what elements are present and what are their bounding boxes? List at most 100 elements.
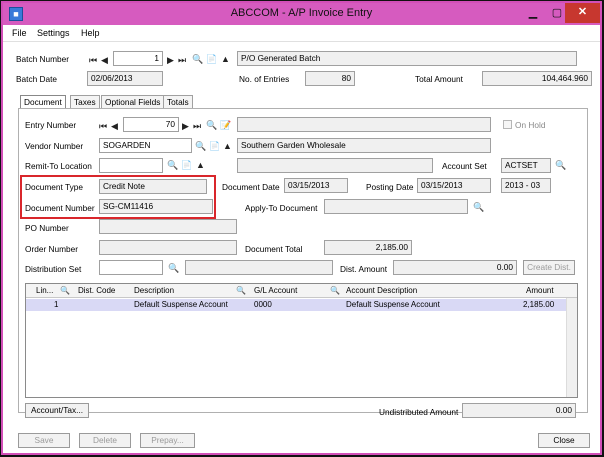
window-title: ABCCOM - A/P Invoice Entry (230, 7, 373, 19)
document-total-field[interactable]: 2,185.00 (324, 240, 412, 255)
close-button[interactable]: Close (538, 433, 590, 448)
previous-entry-icon[interactable]: ◀ (111, 121, 118, 131)
batch-number-field[interactable]: 1 (113, 51, 163, 66)
apply-to-document-label: Apply-To Document (245, 203, 318, 213)
tab-optional-fields[interactable]: Optional Fields (101, 95, 165, 109)
zoom-batch-icon[interactable]: ▲ (221, 54, 230, 64)
account-tax-button[interactable]: Account/Tax... (25, 403, 89, 418)
menu-bar: File Settings Help (3, 25, 600, 42)
highlight-box (20, 175, 216, 219)
remit-to-finder-icon[interactable]: 🔍 (167, 160, 178, 170)
order-number-label: Order Number (25, 244, 79, 254)
batch-finder-icon[interactable]: 🔍 (192, 54, 203, 64)
entry-description-field[interactable] (237, 117, 491, 132)
distribution-set-field[interactable] (99, 260, 163, 275)
col-gl-account[interactable]: G/L Account (254, 286, 297, 295)
description-finder-icon[interactable]: 🔍 (236, 286, 246, 295)
apply-to-document-field[interactable] (324, 199, 468, 214)
vendor-number-field[interactable]: SOGARDEN (99, 138, 192, 153)
new-remit-to-icon[interactable]: 📄 (181, 160, 192, 170)
title-bar: ■ ABCCOM - A/P Invoice Entry ▁ ▢ ✕ (3, 3, 600, 25)
maximize-icon[interactable]: ▢ (548, 7, 566, 21)
on-hold-label: On Hold (515, 120, 546, 130)
document-date-label: Document Date (222, 182, 280, 192)
fiscal-period-field: 2013 - 03 (501, 178, 551, 193)
next-entry-icon[interactable]: ▶ (182, 121, 189, 131)
menu-file[interactable]: File (12, 28, 27, 38)
remit-to-field[interactable] (99, 158, 163, 173)
col-line[interactable]: Lin... (36, 286, 53, 295)
account-set-finder-icon[interactable]: 🔍 (555, 160, 566, 170)
entry-finder-icon[interactable]: 🔍 (206, 120, 217, 130)
po-number-label: PO Number (25, 223, 69, 233)
tab-taxes[interactable]: Taxes (70, 95, 100, 109)
apply-to-finder-icon[interactable]: 🔍 (473, 202, 484, 212)
menu-settings[interactable]: Settings (37, 28, 70, 38)
col-amount[interactable]: Amount (526, 286, 554, 295)
cell-description: Default Suspense Account (134, 300, 228, 309)
vendor-finder-icon[interactable]: 🔍 (195, 141, 206, 151)
document-total-label: Document Total (245, 244, 303, 254)
invoice-entry-window: ■ ABCCOM - A/P Invoice Entry ▁ ▢ ✕ File … (1, 1, 602, 455)
cell-gl-account: 0000 (254, 300, 272, 309)
remit-to-label: Remit-To Location (25, 161, 92, 171)
on-hold-checkbox[interactable] (503, 120, 512, 129)
table-row[interactable]: 1 Default Suspense Account 0000 Default … (26, 299, 566, 311)
distribution-grid[interactable]: Lin... 🔍 Dist. Code Description 🔍 G/L Ac… (25, 283, 578, 398)
undistributed-amount-field: 0.00 (462, 403, 576, 418)
zoom-vendor-icon[interactable]: ▲ (223, 141, 232, 151)
entry-number-label: Entry Number (25, 120, 77, 130)
first-record-icon[interactable]: ⏮ (89, 55, 97, 65)
col-dist-code[interactable]: Dist. Code (78, 286, 115, 295)
menu-help[interactable]: Help (81, 28, 100, 38)
batch-date-field: 02/06/2013 (87, 71, 163, 86)
remit-to-name-field (237, 158, 433, 173)
posting-date-label: Posting Date (366, 182, 414, 192)
order-number-field[interactable] (99, 240, 237, 255)
cell-line: 1 (54, 300, 59, 309)
dist-amount-field[interactable]: 0.00 (393, 260, 517, 275)
gl-account-finder-icon[interactable]: 🔍 (330, 286, 340, 295)
col-account-description[interactable]: Account Description (346, 286, 417, 295)
first-entry-icon[interactable]: ⏮ (99, 121, 107, 131)
batch-date-label: Batch Date (16, 74, 58, 84)
account-set-field[interactable]: ACTSET (501, 158, 551, 173)
posting-date-field[interactable]: 03/15/2013 (417, 178, 491, 193)
vendor-number-label: Vendor Number (25, 141, 84, 151)
new-vendor-icon[interactable]: 📄 (209, 141, 220, 151)
last-entry-icon[interactable]: ⏭ (193, 121, 201, 131)
batch-number-label: Batch Number (16, 54, 70, 64)
cell-account-description: Default Suspense Account (346, 300, 440, 309)
distribution-set-finder-icon[interactable]: 🔍 (168, 263, 179, 273)
account-set-label: Account Set (442, 161, 487, 171)
prepay-button[interactable]: Prepay... (140, 433, 195, 448)
entry-number-field[interactable]: 70 (123, 117, 179, 132)
close-icon[interactable]: ✕ (565, 3, 600, 23)
po-number-field[interactable] (99, 219, 237, 234)
new-entry-icon[interactable]: 📝 (220, 120, 231, 130)
distribution-set-label: Distribution Set (25, 264, 82, 274)
entries-label: No. of Entries (239, 74, 290, 84)
delete-button[interactable]: Delete (79, 433, 131, 448)
line-finder-icon[interactable]: 🔍 (60, 286, 70, 295)
next-record-icon[interactable]: ▶ (167, 55, 174, 65)
col-description[interactable]: Description (134, 286, 174, 295)
grid-vertical-scrollbar[interactable] (566, 298, 577, 397)
distribution-set-description-field (185, 260, 333, 275)
tab-totals[interactable]: Totals (163, 95, 193, 109)
total-amount-field: 104,464.960 (482, 71, 592, 86)
create-dist-button[interactable]: Create Dist. (523, 260, 575, 275)
undistributed-amount-label: Undistributed Amount (379, 407, 459, 417)
last-record-icon[interactable]: ⏭ (178, 55, 186, 65)
cell-amount: 2,185.00 (523, 300, 555, 309)
new-batch-icon[interactable]: 📄 (206, 54, 217, 64)
save-button[interactable]: Save (18, 433, 70, 448)
document-date-field[interactable]: 03/15/2013 (284, 178, 348, 193)
zoom-remit-to-icon[interactable]: ▲ (196, 160, 205, 170)
batch-description-field[interactable]: P/O Generated Batch (237, 51, 577, 66)
total-amount-label: Total Amount (415, 74, 463, 84)
grid-header: Lin... 🔍 Dist. Code Description 🔍 G/L Ac… (26, 284, 577, 298)
minimize-icon[interactable]: ▁ (524, 7, 542, 21)
previous-record-icon[interactable]: ◀ (101, 55, 108, 65)
dist-amount-label: Dist. Amount (340, 264, 388, 274)
